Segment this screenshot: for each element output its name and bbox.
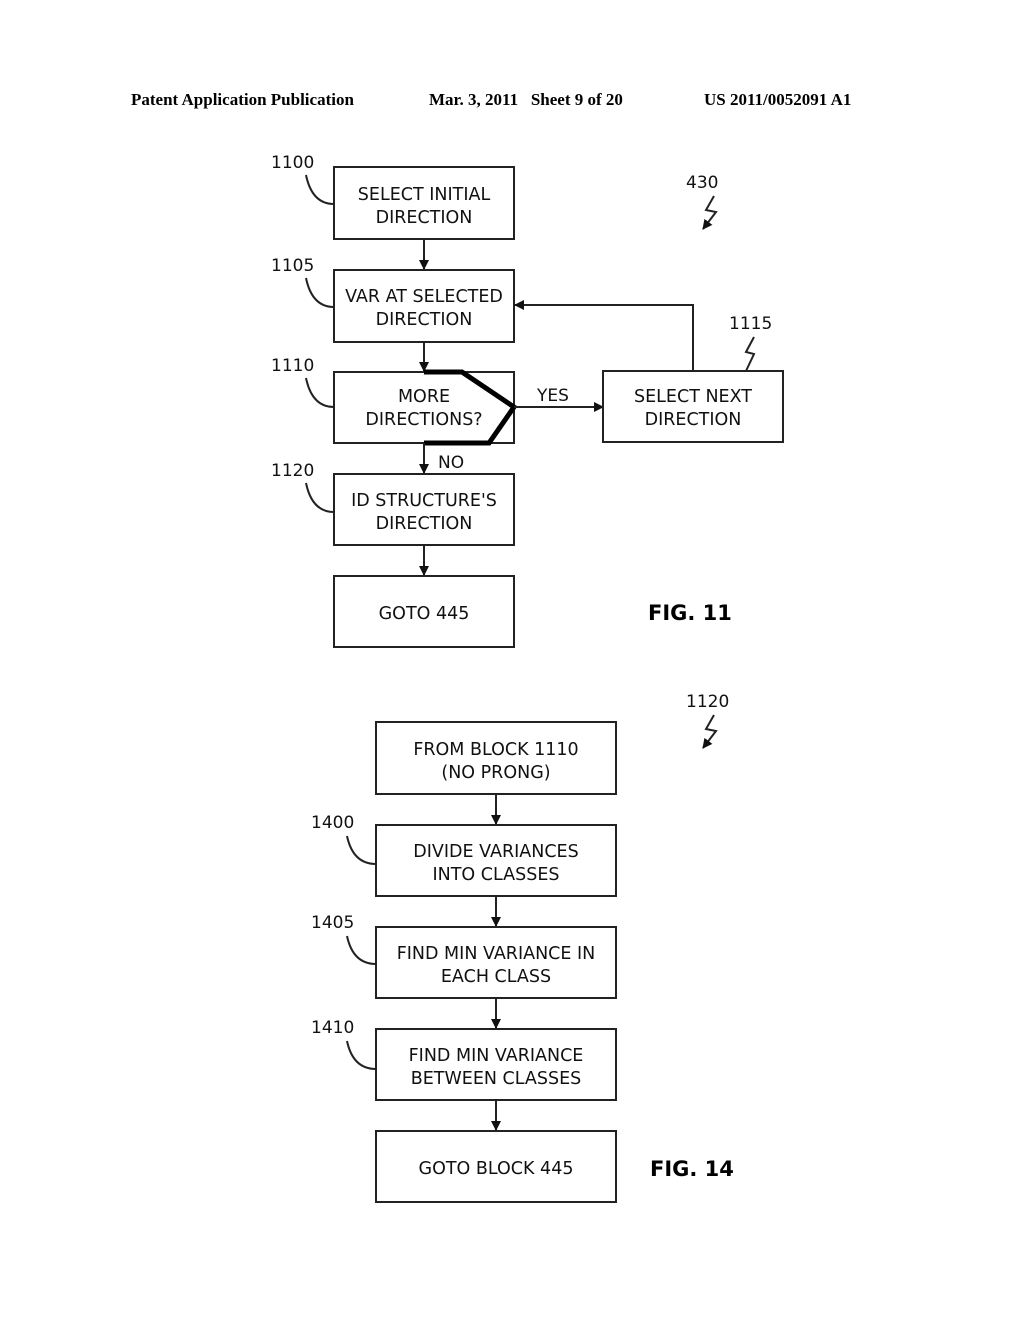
box-text-line1: GOTO BLOCK 445 — [419, 1159, 574, 1179]
step-goto-block-445: GOTO BLOCK 445 — [375, 1130, 617, 1203]
ref-squiggle-arrow-icon — [702, 195, 718, 230]
box-text-line1: GOTO 445 — [379, 604, 470, 624]
box-text-line1: MORE — [398, 387, 450, 407]
box-text-line1: ID STRUCTURE'S — [351, 491, 497, 511]
box-text-line1: FIND MIN VARIANCE — [409, 1046, 584, 1066]
box-text-line1: FROM BLOCK 1110 — [413, 740, 578, 760]
leader-line — [305, 277, 335, 308]
step-1400: 1400 DIVIDE VARIANCES INTO CLASSES — [311, 813, 617, 897]
ref-squiggle-icon — [744, 336, 756, 372]
box-text-line2: EACH CLASS — [441, 967, 551, 987]
step-ref-label: 1400 — [311, 813, 354, 833]
leader-line — [305, 482, 335, 513]
leader-line — [346, 935, 377, 965]
box-text-line1: FIND MIN VARIANCE IN — [397, 944, 596, 964]
no-label: NO — [438, 453, 464, 473]
step-ref-label: 1105 — [271, 256, 314, 276]
step-ref-label: 1120 — [271, 461, 314, 481]
decision-1110: 1110 MORE DIRECTIONS? — [271, 356, 518, 446]
leader-line — [305, 377, 335, 408]
fig14-caption: FIG. 14 — [650, 1157, 734, 1181]
box-text-line2: DIRECTION — [376, 208, 473, 228]
fig14-diagram: 1120 FROM BLOCK 1110 (NO PRONG) 1400 DIV… — [311, 692, 734, 1203]
step-ref-label: 1405 — [311, 913, 354, 933]
leader-line — [305, 174, 335, 205]
loop-back-arrow — [514, 300, 694, 371]
step-1405: 1405 FIND MIN VARIANCE IN EACH CLASS — [311, 913, 617, 999]
fig11-caption: FIG. 11 — [648, 601, 732, 625]
box-text-line1: DIVIDE VARIANCES — [413, 842, 578, 862]
step-goto-445: GOTO 445 — [333, 575, 515, 648]
ref-squiggle-arrow-icon — [702, 714, 718, 749]
step-ref-label: 1115 — [729, 314, 772, 334]
fig11-diagram: 430 1100 SELECT INITIAL DIRECTION 1105 V… — [271, 153, 784, 648]
yes-label: YES — [536, 386, 569, 406]
step-1410: 1410 FIND MIN VARIANCE BETWEEN CLASSES — [311, 1018, 617, 1101]
flowchart-canvas: 430 1100 SELECT INITIAL DIRECTION 1105 V… — [271, 153, 784, 1203]
step-ref-label: 1110 — [271, 356, 314, 376]
step-1100: 1100 SELECT INITIAL DIRECTION — [271, 153, 515, 240]
box-text-line1: SELECT INITIAL — [358, 185, 491, 205]
box-text-line1: SELECT NEXT — [634, 387, 752, 407]
step-from-1110: FROM BLOCK 1110 (NO PRONG) — [375, 721, 617, 795]
box-text-line2: DIRECTION — [376, 310, 473, 330]
fig11-ref-label: 430 — [686, 173, 718, 193]
box-text-line2: DIRECTION — [645, 410, 742, 430]
fig14-ref-label: 1120 — [686, 692, 729, 712]
leader-line — [346, 1040, 377, 1070]
step-1105: 1105 VAR AT SELECTED DIRECTION — [271, 256, 515, 343]
box-text-line2: INTO CLASSES — [432, 865, 559, 885]
box-text-line2: (NO PRONG) — [441, 763, 550, 783]
leader-line — [346, 835, 377, 865]
step-ref-label: 1410 — [311, 1018, 354, 1038]
step-ref-label: 1100 — [271, 153, 314, 173]
decision-box — [333, 371, 515, 444]
step-1120: 1120 ID STRUCTURE'S DIRECTION — [271, 461, 515, 546]
box-text-line1: VAR AT SELECTED — [345, 287, 503, 307]
box-text-line2: BETWEEN CLASSES — [411, 1069, 582, 1089]
box-text-line2: DIRECTIONS? — [365, 410, 482, 430]
box-text-line2: DIRECTION — [376, 514, 473, 534]
